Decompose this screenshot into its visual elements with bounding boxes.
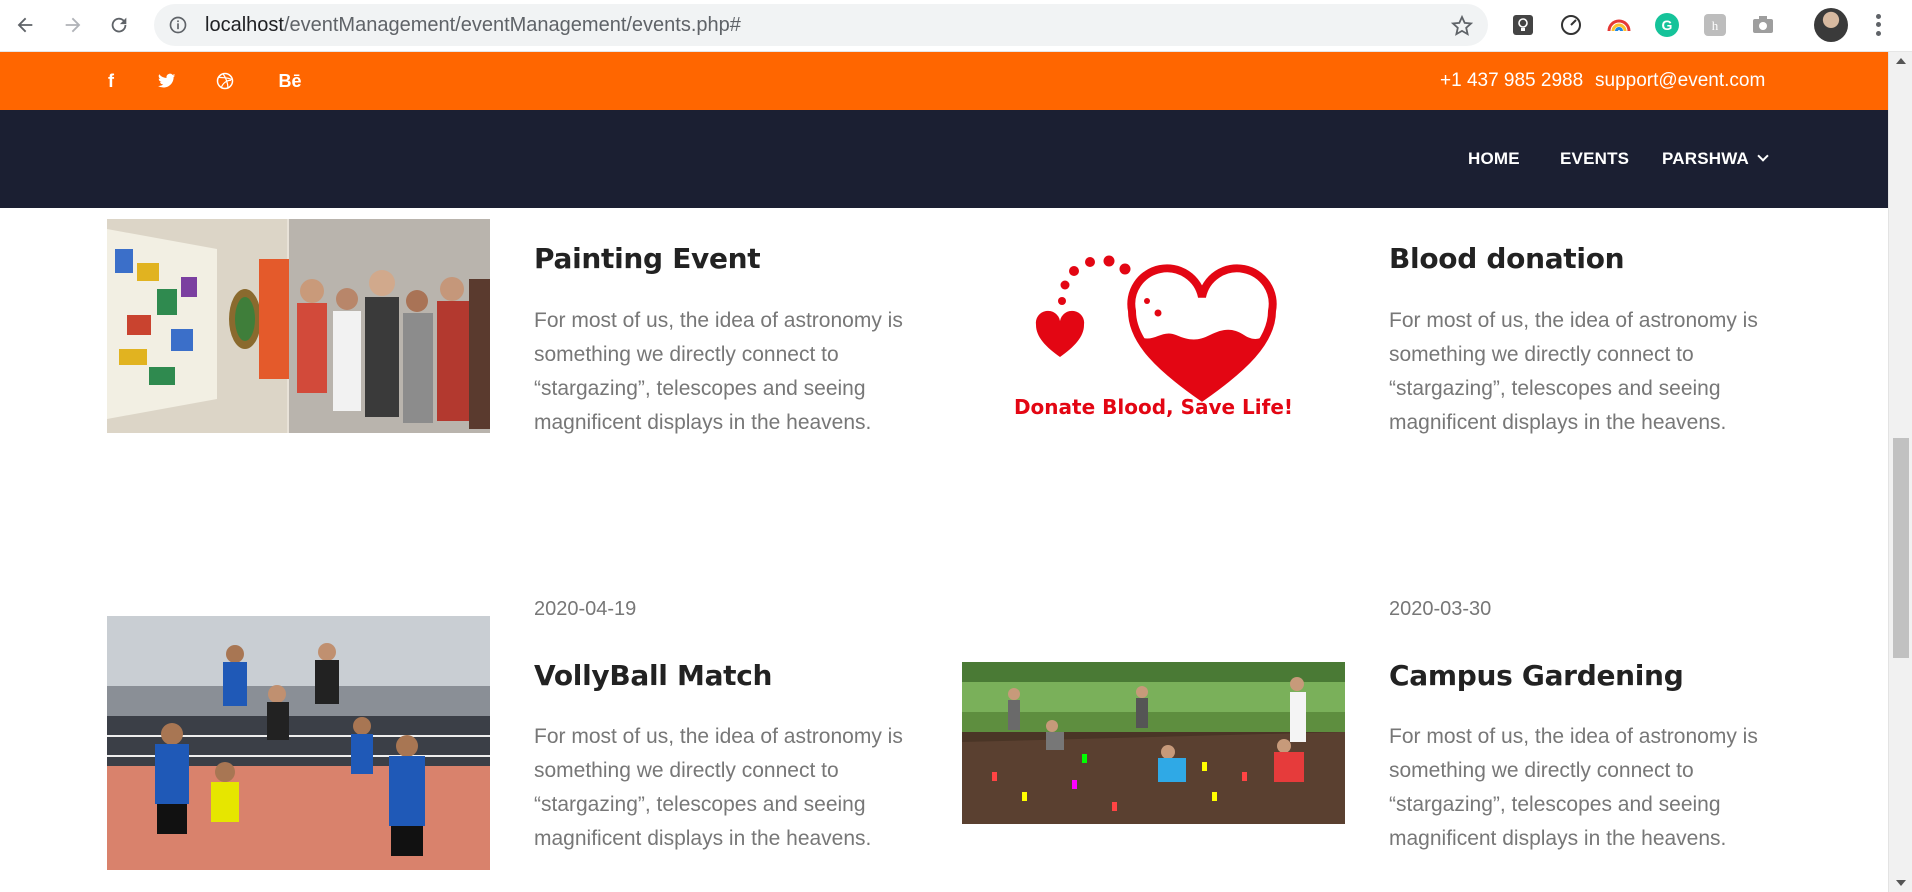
event-title[interactable]: VollyBall Match [534, 659, 772, 692]
rainbow-icon[interactable] [1606, 12, 1632, 38]
behance-icon[interactable]: Bē [272, 68, 308, 94]
nav-home[interactable]: HOME [1468, 110, 1520, 208]
twitter-icon[interactable] [154, 68, 180, 94]
event-date: 2020-04-19 [534, 598, 637, 620]
script-icon[interactable]: h [1702, 12, 1728, 38]
blood-donation-caption: Donate Blood, Save Life! [1013, 395, 1294, 419]
lightbulb-icon[interactable] [1510, 12, 1536, 38]
camera-icon[interactable] [1750, 12, 1776, 38]
grammarly-icon[interactable]: G [1654, 12, 1680, 38]
event-description: For most of us, the idea of astronomy is… [1389, 725, 1758, 850]
page-viewport: f Bē +1 437 985 2988 support@event.com H… [0, 52, 1888, 892]
svg-text:G: G [1662, 17, 1673, 33]
browser-toolbar: localhost/eventManagement/eventManagemen… [0, 0, 1912, 52]
svg-text:h: h [1712, 18, 1719, 33]
main-navigation: HOME EVENTS PARSHWA [0, 110, 1888, 208]
reload-button[interactable] [104, 10, 134, 40]
gardening-event-image[interactable] [962, 662, 1345, 824]
event-description: For most of us, the idea of astronomy is… [534, 725, 903, 850]
dribbble-icon[interactable] [212, 68, 238, 94]
url-text[interactable]: localhost/eventManagement/eventManagemen… [205, 4, 741, 46]
url-host: localhost [205, 14, 284, 36]
top-bar: f Bē +1 437 985 2988 support@event.com [0, 52, 1888, 110]
url-path: /eventManagement/eventManagement/events.… [283, 14, 741, 36]
back-button[interactable] [10, 10, 40, 40]
profile-avatar[interactable] [1814, 8, 1848, 42]
scroll-down-icon[interactable] [1896, 880, 1906, 886]
email-address[interactable]: support@event.com [1595, 52, 1765, 110]
forward-button[interactable] [58, 10, 88, 40]
nav-user-label: PARSHWA [1662, 149, 1750, 168]
painting-event-image[interactable] [107, 219, 490, 433]
facebook-icon[interactable]: f [98, 68, 124, 94]
chevron-down-icon [1757, 150, 1769, 162]
scroll-up-icon[interactable] [1896, 58, 1906, 64]
info-icon[interactable] [168, 15, 188, 35]
more-menu-icon[interactable] [1868, 12, 1888, 38]
arrow-left-icon [17, 17, 33, 33]
reload-icon [111, 17, 127, 33]
nav-user-menu[interactable]: PARSHWA [1662, 110, 1769, 208]
page-scrollbar[interactable] [1888, 52, 1912, 892]
phone-number[interactable]: +1 437 985 2988 [1440, 52, 1583, 110]
speedometer-icon[interactable] [1558, 12, 1584, 38]
arrow-right-icon [65, 17, 81, 33]
event-date: 2020-03-30 [1389, 598, 1492, 620]
event-description: For most of us, the idea of astronomy is… [1389, 309, 1758, 434]
star-icon[interactable] [1450, 14, 1474, 38]
blood-donation-image[interactable]: Donate Blood, Save Life! [962, 219, 1345, 433]
volleyball-event-image[interactable] [107, 616, 490, 870]
nav-events[interactable]: EVENTS [1560, 110, 1629, 208]
event-title[interactable]: Campus Gardening [1389, 659, 1684, 692]
address-bar[interactable]: localhost/eventManagement/eventManagemen… [154, 4, 1488, 46]
event-description: For most of us, the idea of astronomy is… [534, 309, 903, 434]
event-title[interactable]: Painting Event [534, 242, 761, 275]
scroll-thumb[interactable] [1893, 438, 1909, 658]
event-title[interactable]: Blood donation [1389, 242, 1625, 275]
